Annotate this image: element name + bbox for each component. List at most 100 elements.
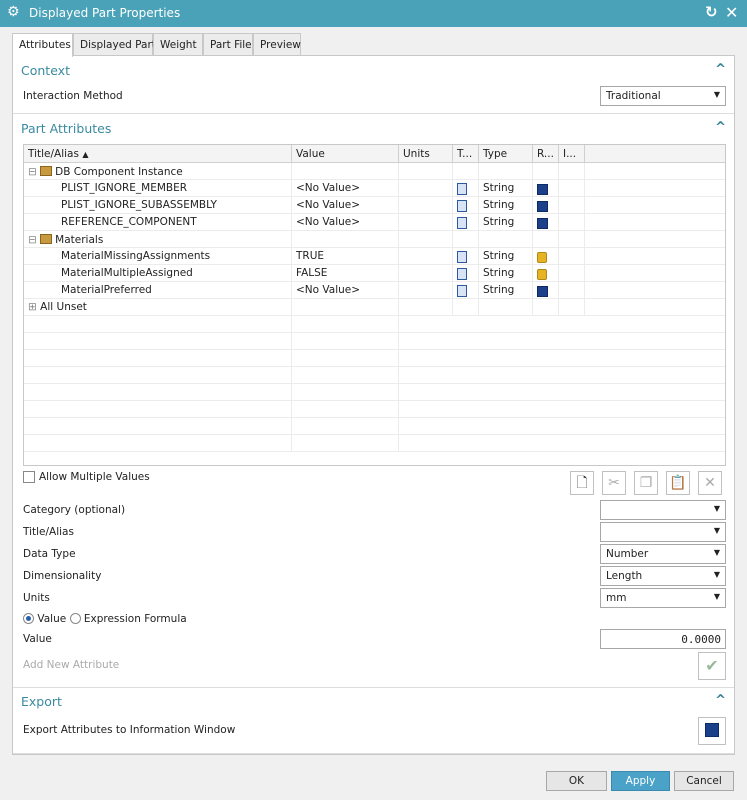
dimensionality-value: Length (606, 570, 643, 582)
group-title: DB Component Instance (55, 166, 183, 178)
gear-icon: ⚙ (7, 4, 20, 20)
allow-multiple-checkbox[interactable] (23, 471, 35, 483)
tab-part-file[interactable]: Part File (203, 33, 253, 56)
column-title-label: Title/Alias (28, 148, 79, 160)
apply-button[interactable]: Apply (611, 771, 670, 791)
lock-icon (537, 269, 547, 280)
export-header[interactable]: Export (21, 694, 62, 709)
close-icon[interactable]: ✕ (725, 3, 738, 22)
folder-icon (40, 234, 53, 244)
category-label: Category (optional) (23, 504, 126, 516)
column-i[interactable]: I... (559, 145, 585, 163)
group-title: All Unset (40, 301, 87, 313)
new-document-icon[interactable]: 🗋 (570, 471, 594, 495)
attribute-type: String (479, 214, 533, 231)
empty-row (24, 350, 725, 367)
reset-icon[interactable]: ↻ (705, 3, 718, 21)
tab-weight[interactable]: Weight (153, 33, 203, 56)
document-icon (457, 285, 467, 297)
column-title[interactable]: Title/Alias ▲ (24, 145, 292, 163)
delete-icon[interactable]: ✕ (698, 471, 722, 495)
cancel-button[interactable]: Cancel (674, 771, 734, 791)
units-value: mm (606, 592, 627, 604)
table-row[interactable]: PLIST_IGNORE_SUBASSEMBLY <No Value> Stri… (24, 197, 725, 214)
document-icon (457, 183, 467, 195)
save-icon (537, 184, 548, 195)
column-value[interactable]: Value (292, 145, 399, 163)
dropdown-arrow-icon: ▼ (713, 548, 720, 557)
dropdown-arrow-icon: ▼ (713, 504, 720, 513)
expression-formula-radio[interactable] (69, 613, 81, 624)
collapse-icon[interactable]: ⊟ (28, 234, 37, 246)
ok-button[interactable]: OK (546, 771, 607, 791)
attributes-table: Title/Alias ▲ Value Units T... Type R...… (23, 144, 726, 466)
dropdown-arrow-icon: ▼ (713, 592, 720, 601)
divider (13, 113, 734, 114)
part-attributes-header[interactable]: Part Attributes (21, 121, 111, 136)
empty-row (24, 316, 725, 333)
column-type[interactable]: Type (479, 145, 533, 163)
lock-icon (537, 252, 547, 263)
table-row[interactable]: MaterialMissingAssignments TRUE String (24, 248, 725, 265)
paste-icon[interactable]: 📋 (666, 471, 690, 495)
collapse-icon[interactable]: ⊟ (28, 166, 37, 178)
table-row[interactable]: MaterialPreferred <No Value> String (24, 282, 725, 299)
table-row[interactable]: REFERENCE_COMPONENT <No Value> String (24, 214, 725, 231)
folder-icon (40, 166, 53, 176)
value-input[interactable]: 0.0000 (600, 629, 726, 649)
attribute-value: TRUE (292, 248, 399, 265)
attribute-type: String (479, 282, 533, 299)
document-icon (457, 217, 467, 229)
document-icon (457, 200, 467, 212)
copy-icon[interactable]: ❐ (634, 471, 658, 495)
attribute-type: String (479, 180, 533, 197)
save-icon (537, 201, 548, 212)
value-radio-label: Value (37, 613, 67, 625)
table-row[interactable]: ⊟ Materials (24, 231, 725, 248)
units-select[interactable]: mm ▼ (600, 588, 726, 608)
empty-row (24, 435, 725, 452)
attribute-title: REFERENCE_COMPONENT (24, 214, 292, 231)
expand-icon[interactable]: ⊞ (28, 301, 37, 313)
attribute-type: String (479, 197, 533, 214)
context-header[interactable]: Context (21, 63, 70, 78)
chevron-up-icon[interactable]: ^ (715, 120, 726, 135)
document-icon (457, 251, 467, 263)
column-units[interactable]: Units (399, 145, 453, 163)
column-r[interactable]: R... (533, 145, 559, 163)
dimensionality-label: Dimensionality (23, 570, 102, 582)
empty-row (24, 401, 725, 418)
category-select[interactable]: ▼ (600, 500, 726, 520)
tab-preview[interactable]: Preview (253, 33, 301, 56)
table-row[interactable]: PLIST_IGNORE_MEMBER <No Value> String (24, 180, 725, 197)
group-title: Materials (55, 234, 104, 246)
chevron-up-icon[interactable]: ^ (715, 693, 726, 708)
tab-attributes[interactable]: Attributes (12, 33, 73, 57)
save-icon (537, 218, 548, 229)
empty-row (24, 418, 725, 435)
checkmark-icon[interactable]: ✔ (698, 652, 726, 680)
chevron-up-icon[interactable]: ^ (715, 62, 726, 77)
value-radio[interactable] (23, 613, 34, 624)
empty-row (24, 384, 725, 401)
window-title: Displayed Part Properties (29, 6, 181, 20)
attribute-value: <No Value> (292, 197, 399, 214)
attribute-title: PLIST_IGNORE_MEMBER (24, 180, 292, 197)
tab-displayed-part[interactable]: Displayed Part (73, 33, 156, 56)
dimensionality-select[interactable]: Length ▼ (600, 566, 726, 586)
table-row[interactable]: ⊟ DB Component Instance (24, 163, 725, 180)
interaction-method-label: Interaction Method (23, 90, 123, 102)
data-type-value: Number (606, 548, 649, 560)
value-label: Value (23, 633, 52, 645)
column-t[interactable]: T... (453, 145, 479, 163)
add-new-attribute-label: Add New Attribute (23, 659, 120, 671)
scissors-icon[interactable]: ✂ (602, 471, 626, 495)
dropdown-arrow-icon: ▼ (713, 90, 720, 99)
interaction-method-select[interactable]: Traditional ▼ (600, 86, 726, 106)
table-row[interactable]: ⊞ All Unset (24, 299, 725, 316)
title-alias-select[interactable]: ▼ (600, 522, 726, 542)
export-save-button[interactable] (698, 717, 726, 745)
attribute-value: FALSE (292, 265, 399, 282)
table-row[interactable]: MaterialMultipleAssigned FALSE String (24, 265, 725, 282)
data-type-select[interactable]: Number ▼ (600, 544, 726, 564)
